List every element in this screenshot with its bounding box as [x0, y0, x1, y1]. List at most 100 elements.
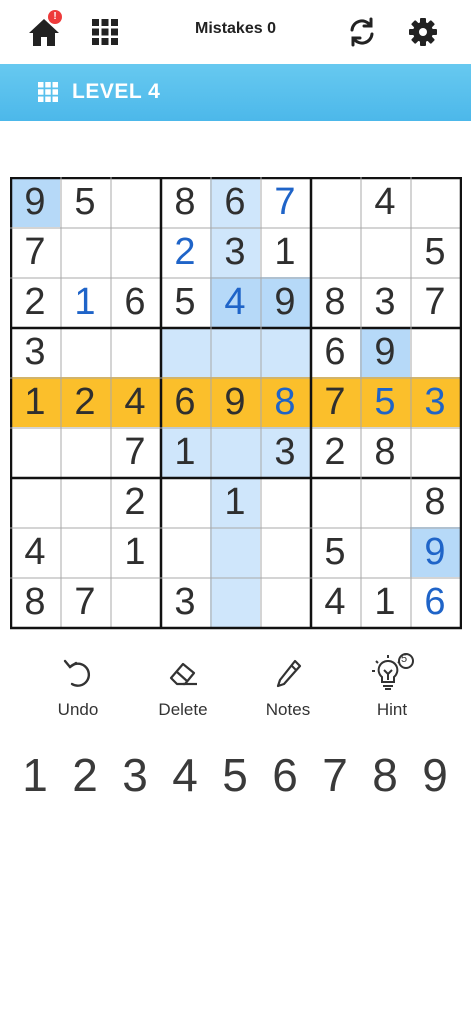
- sudoku-cell[interactable]: [360, 477, 410, 527]
- sudoku-cell[interactable]: 8: [10, 577, 60, 627]
- sudoku-cell[interactable]: 4: [360, 177, 410, 227]
- sudoku-cell[interactable]: [260, 327, 310, 377]
- sudoku-cell[interactable]: [110, 227, 160, 277]
- levels-grid-button[interactable]: [85, 12, 125, 52]
- sudoku-cell[interactable]: 2: [60, 377, 110, 427]
- number-pad-key-8[interactable]: 8: [360, 745, 410, 805]
- undo-icon: [63, 659, 90, 687]
- sudoku-cell[interactable]: 1: [360, 577, 410, 627]
- sudoku-cell[interactable]: 6: [210, 177, 260, 227]
- sudoku-cell[interactable]: 8: [160, 177, 210, 227]
- notes-button[interactable]: Notes: [248, 654, 328, 720]
- number-pad-key-5[interactable]: 5: [210, 745, 260, 805]
- sudoku-cell[interactable]: [310, 477, 360, 527]
- sudoku-cell[interactable]: 7: [310, 377, 360, 427]
- sudoku-cell[interactable]: 4: [310, 577, 360, 627]
- sudoku-cell[interactable]: 9: [210, 377, 260, 427]
- sudoku-cell[interactable]: [310, 227, 360, 277]
- settings-button[interactable]: [403, 12, 443, 52]
- sudoku-cell[interactable]: [110, 177, 160, 227]
- sudoku-cell[interactable]: 8: [310, 277, 360, 327]
- sudoku-cell[interactable]: 6: [310, 327, 360, 377]
- sudoku-cell[interactable]: 7: [10, 227, 60, 277]
- sudoku-cell[interactable]: 4: [210, 277, 260, 327]
- sudoku-cell[interactable]: 3: [10, 327, 60, 377]
- sudoku-cell[interactable]: [60, 227, 110, 277]
- sudoku-cell[interactable]: 6: [410, 577, 460, 627]
- sudoku-cell[interactable]: 9: [10, 177, 60, 227]
- sudoku-cell[interactable]: 5: [60, 177, 110, 227]
- sudoku-cell[interactable]: [10, 477, 60, 527]
- sudoku-cell[interactable]: [410, 327, 460, 377]
- sudoku-cell[interactable]: 1: [210, 477, 260, 527]
- sudoku-cell[interactable]: 1: [160, 427, 210, 477]
- sudoku-cell[interactable]: [360, 527, 410, 577]
- sudoku-cell[interactable]: [210, 577, 260, 627]
- sudoku-cell[interactable]: 3: [410, 377, 460, 427]
- sudoku-cell[interactable]: [410, 427, 460, 477]
- sudoku-cell[interactable]: [360, 227, 410, 277]
- sudoku-cell[interactable]: 3: [260, 427, 310, 477]
- number-pad-key-2[interactable]: 2: [60, 745, 110, 805]
- sudoku-cell[interactable]: 1: [10, 377, 60, 427]
- restart-button[interactable]: [342, 12, 382, 52]
- number-pad-key-1[interactable]: 1: [10, 745, 60, 805]
- sudoku-cell[interactable]: [60, 427, 110, 477]
- sudoku-cell[interactable]: 5: [410, 227, 460, 277]
- home-button[interactable]: !: [24, 10, 64, 52]
- sudoku-cell[interactable]: [410, 177, 460, 227]
- number-pad-key-7[interactable]: 7: [310, 745, 360, 805]
- sudoku-cell[interactable]: 5: [360, 377, 410, 427]
- sudoku-cell[interactable]: [310, 177, 360, 227]
- sudoku-cell[interactable]: 3: [210, 227, 260, 277]
- sudoku-cell[interactable]: 1: [60, 277, 110, 327]
- sudoku-cell[interactable]: 7: [410, 277, 460, 327]
- sudoku-cell[interactable]: [110, 577, 160, 627]
- sudoku-cell[interactable]: [210, 327, 260, 377]
- level-banner: LEVEL 4: [0, 64, 471, 121]
- sudoku-cell[interactable]: 8: [410, 477, 460, 527]
- sudoku-cell[interactable]: 3: [160, 577, 210, 627]
- sudoku-cell[interactable]: 2: [10, 277, 60, 327]
- sudoku-cell[interactable]: [60, 477, 110, 527]
- sudoku-cell[interactable]: 9: [260, 277, 310, 327]
- sudoku-cell[interactable]: 2: [310, 427, 360, 477]
- sudoku-cell[interactable]: 1: [110, 527, 160, 577]
- sudoku-cell[interactable]: [210, 427, 260, 477]
- hint-button[interactable]: 5 Hint: [352, 653, 432, 720]
- sudoku-cell[interactable]: 5: [160, 277, 210, 327]
- sudoku-cell[interactable]: 7: [60, 577, 110, 627]
- sudoku-cell[interactable]: [10, 427, 60, 477]
- sudoku-cell[interactable]: 6: [110, 277, 160, 327]
- number-pad-key-4[interactable]: 4: [160, 745, 210, 805]
- sudoku-cell[interactable]: 4: [110, 377, 160, 427]
- sudoku-cell[interactable]: [60, 327, 110, 377]
- sudoku-cell[interactable]: 7: [110, 427, 160, 477]
- sudoku-cell[interactable]: 6: [160, 377, 210, 427]
- sudoku-cell[interactable]: [260, 527, 310, 577]
- sudoku-cell[interactable]: [160, 477, 210, 527]
- sudoku-cell[interactable]: 9: [410, 527, 460, 577]
- sudoku-cell[interactable]: 8: [260, 377, 310, 427]
- undo-button[interactable]: Undo: [38, 654, 118, 720]
- sudoku-cell[interactable]: [260, 477, 310, 527]
- delete-button[interactable]: Delete: [143, 654, 223, 720]
- sudoku-cell[interactable]: 8: [360, 427, 410, 477]
- number-pad-key-3[interactable]: 3: [110, 745, 160, 805]
- number-pad-key-6[interactable]: 6: [260, 745, 310, 805]
- number-pad-key-9[interactable]: 9: [410, 745, 460, 805]
- sudoku-cell[interactable]: 2: [160, 227, 210, 277]
- sudoku-cell[interactable]: [210, 527, 260, 577]
- sudoku-cell[interactable]: [260, 577, 310, 627]
- sudoku-cell[interactable]: [160, 327, 210, 377]
- sudoku-cell[interactable]: 7: [260, 177, 310, 227]
- sudoku-cell[interactable]: 3: [360, 277, 410, 327]
- sudoku-cell[interactable]: [160, 527, 210, 577]
- sudoku-cell[interactable]: 4: [10, 527, 60, 577]
- sudoku-cell[interactable]: 2: [110, 477, 160, 527]
- sudoku-cell[interactable]: [110, 327, 160, 377]
- sudoku-cell[interactable]: 5: [310, 527, 360, 577]
- sudoku-cell[interactable]: 9: [360, 327, 410, 377]
- sudoku-cell[interactable]: [60, 527, 110, 577]
- sudoku-cell[interactable]: 1: [260, 227, 310, 277]
